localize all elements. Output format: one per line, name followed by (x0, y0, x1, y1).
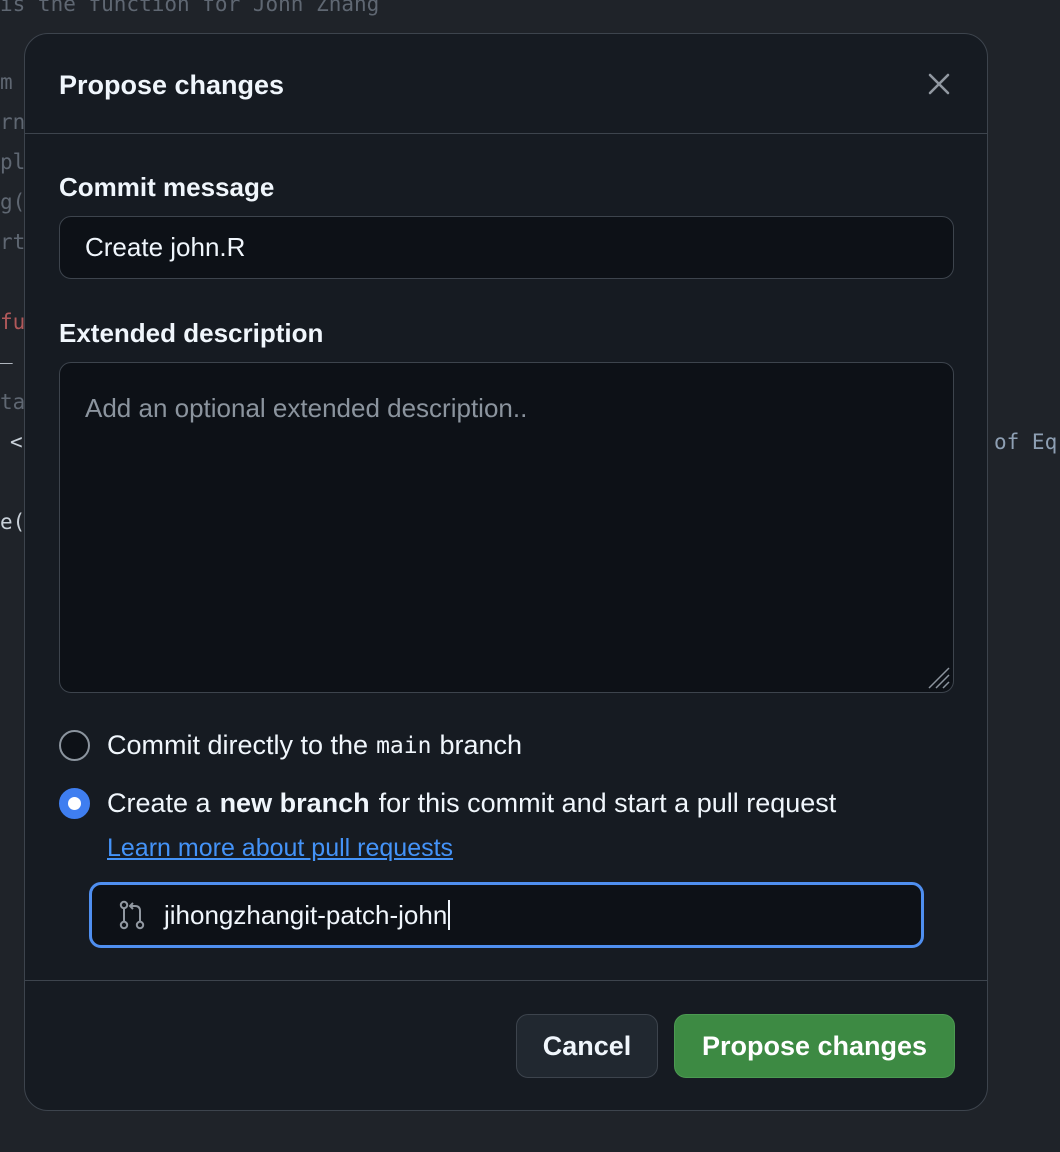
background-fragment: < (10, 430, 23, 454)
extended-description-label: Extended description (59, 318, 324, 348)
commit-message-label: Commit message (59, 172, 275, 202)
background-fragment: of Eq (994, 430, 1058, 454)
dialog-header: Propose changes (25, 34, 987, 134)
background-fragment: pl (0, 150, 26, 174)
branch-name-input[interactable]: jihongzhangit-patch-john (89, 882, 924, 948)
background-fragment: rn (0, 110, 26, 134)
commit-direct-prefix: Commit directly to the (107, 730, 369, 760)
resize-handle-icon[interactable] (925, 664, 951, 690)
propose-changes-dialog: Propose changes Commit message Create jo… (24, 33, 988, 1111)
cancel-button[interactable]: Cancel (516, 1014, 658, 1078)
new-branch-option[interactable]: Create a new branch for this commit and … (59, 788, 836, 819)
learn-more-pull-requests-link[interactable]: Learn more about pull requests (107, 834, 453, 863)
background-comment-line: is the function for John Zhang (0, 0, 380, 16)
new-branch-radio[interactable] (59, 788, 90, 819)
dialog-title: Propose changes (59, 70, 285, 100)
background-fragment: rt (0, 230, 26, 254)
close-button[interactable] (921, 66, 957, 102)
branch-name-value: jihongzhangit-patch-john (164, 899, 448, 930)
new-branch-prefix: Create a (107, 788, 211, 818)
commit-direct-suffix: branch (439, 730, 523, 760)
new-branch-emphasis: new branch (219, 788, 370, 818)
commit-message-input[interactable]: Create john.R (59, 216, 954, 279)
main-branch-name: main (376, 732, 432, 759)
propose-changes-button[interactable]: Propose changes (674, 1014, 955, 1078)
git-pull-request-icon (119, 900, 145, 930)
dialog-footer: Cancel Propose changes (25, 980, 987, 1110)
background-fragment: e( (0, 510, 26, 534)
extended-description-textarea[interactable]: Add an optional extended description.. (59, 362, 954, 693)
extended-description-placeholder: Add an optional extended description.. (85, 393, 528, 423)
commit-message-value: Create john.R (85, 232, 246, 262)
commit-direct-radio[interactable] (59, 730, 90, 761)
x-icon (928, 73, 950, 95)
background-fragment: g( (0, 190, 26, 214)
background-fragment: ta (0, 390, 26, 414)
background-fragment: fu (0, 310, 26, 334)
text-caret (448, 900, 451, 930)
commit-direct-option[interactable]: Commit directly to the main branch (59, 730, 522, 761)
background-fragment: m (0, 70, 13, 94)
new-branch-suffix: for this commit and start a pull request (378, 788, 837, 818)
background-fragment: _ (0, 340, 13, 364)
